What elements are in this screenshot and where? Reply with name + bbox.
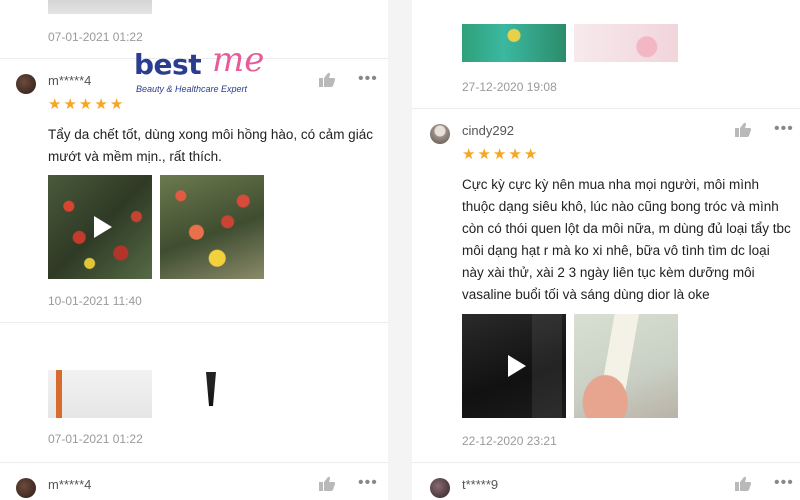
star-icon: ★ — [462, 146, 476, 163]
thumbs-up-icon[interactable] — [734, 122, 752, 138]
avatar[interactable] — [16, 74, 36, 94]
review-date: 10-01-2021 11:40 — [48, 294, 142, 308]
star-icon: ★ — [492, 146, 507, 163]
username[interactable]: cindy292 — [462, 123, 514, 138]
review-text: Cực kỳ cực kỳ nên mua nha mọi người, môi… — [462, 177, 791, 302]
thumbs-up-icon[interactable] — [318, 476, 336, 492]
username[interactable]: m*****4 — [48, 73, 91, 88]
review-date: 22-12-2020 23:21 — [462, 434, 557, 448]
star-icon: ★ — [94, 96, 108, 113]
review-image[interactable] — [574, 24, 678, 62]
brand-logo: best me Beauty & Healthcare Expert — [134, 40, 294, 98]
thumbs-up-icon[interactable] — [318, 72, 336, 88]
review-date: 07-01-2021 01:22 — [48, 432, 143, 446]
divider — [0, 322, 388, 323]
review-image[interactable] — [160, 175, 264, 279]
avatar[interactable] — [430, 124, 450, 144]
column-gutter — [388, 0, 412, 500]
star-icon: ★ — [508, 146, 522, 163]
product-tube — [206, 372, 216, 406]
more-options-icon[interactable]: ••• — [358, 475, 378, 491]
logo-tagline: Beauty & Healthcare Expert — [136, 84, 248, 94]
avatar[interactable] — [430, 478, 450, 498]
star-icon: ★ — [477, 146, 491, 163]
more-options-icon[interactable]: ••• — [358, 71, 378, 87]
logo-wordmark-best: best — [134, 48, 202, 81]
play-icon[interactable] — [508, 355, 526, 377]
star-icon: ★ — [523, 146, 538, 163]
divider — [412, 108, 800, 109]
star-icon: ★ — [63, 96, 77, 113]
thumbs-up-icon[interactable] — [734, 476, 752, 492]
review-date: 07-01-2021 01:22 — [48, 30, 143, 44]
divider — [0, 462, 388, 463]
more-options-icon[interactable]: ••• — [774, 475, 794, 491]
username[interactable]: t*****9 — [462, 477, 498, 492]
username[interactable]: m*****4 — [48, 477, 91, 492]
review-date: 27-12-2020 19:08 — [462, 80, 557, 94]
review-column-right: 27-12-2020 19:08 cindy292 ••• ★ ★ ★ ★ ★ Cực … — [412, 0, 800, 500]
review-image[interactable] — [48, 370, 152, 418]
review-video-thumbnail[interactable] — [48, 175, 152, 279]
star-icon: ★ — [78, 96, 93, 113]
avatar[interactable] — [16, 478, 36, 498]
review-image[interactable] — [574, 314, 678, 418]
review-video-thumbnail[interactable] — [462, 314, 566, 418]
review-image[interactable] — [160, 370, 264, 418]
logo-wordmark-me: me — [212, 40, 265, 80]
review-image[interactable] — [48, 0, 152, 14]
more-options-icon[interactable]: ••• — [774, 121, 794, 137]
play-icon[interactable] — [94, 216, 112, 238]
star-rating: ★ ★ ★ ★ ★ — [48, 96, 124, 113]
divider — [412, 462, 800, 463]
star-rating: ★ ★ ★ ★ ★ — [462, 146, 538, 163]
star-icon: ★ — [109, 96, 124, 113]
review-image[interactable] — [462, 24, 566, 62]
review-text: Tẩy da chết tốt, dùng xong môi hồng hào,… — [48, 127, 373, 164]
star-icon: ★ — [48, 96, 62, 113]
